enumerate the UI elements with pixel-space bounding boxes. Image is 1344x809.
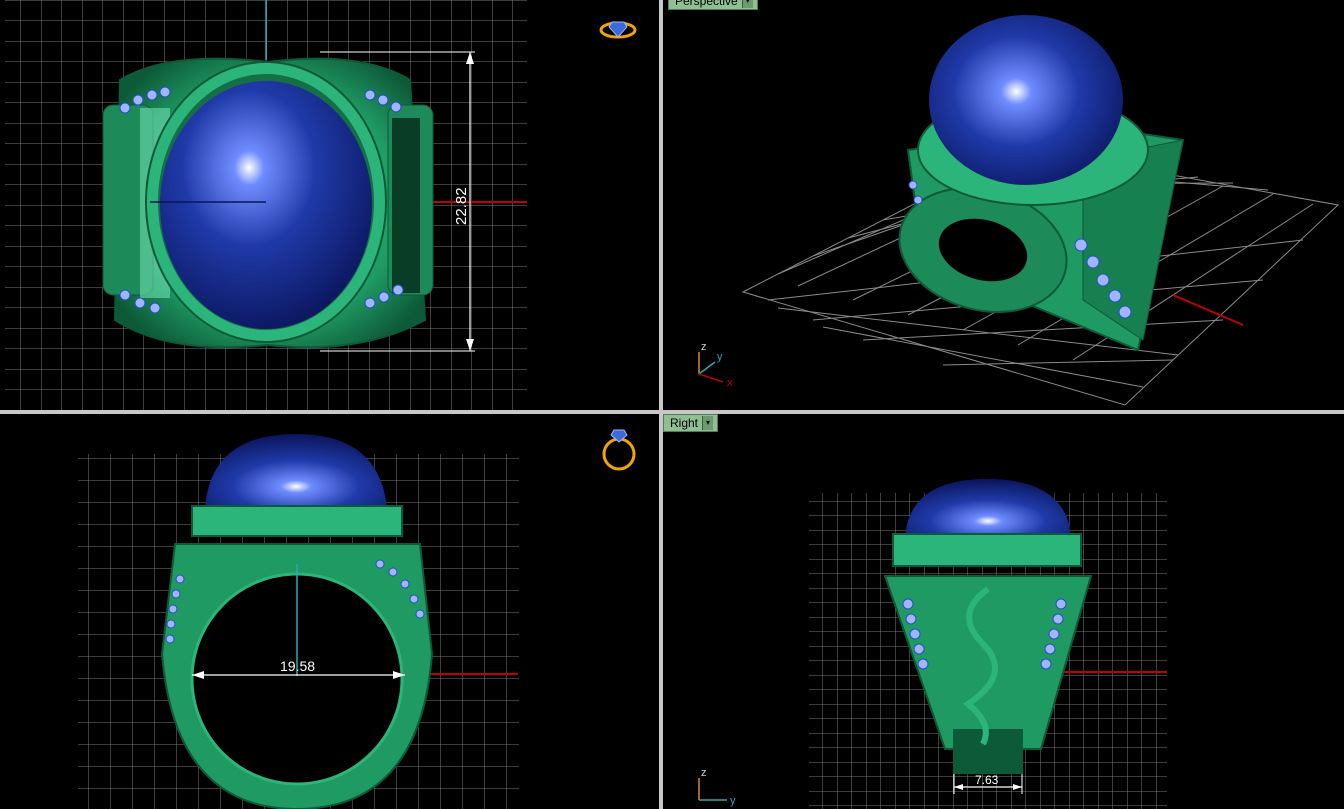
dimension-label-right: 7.63 <box>975 773 999 787</box>
gemstone-perspective[interactable] <box>929 15 1123 185</box>
viewport-perspective[interactable]: Perspective ▾ z y x <box>663 0 1344 410</box>
dimension-label-front: 19.58 <box>280 658 315 674</box>
right-view-canvas: 7.63 z y <box>698 479 1167 809</box>
dropdown-arrow-icon[interactable]: ▾ <box>741 0 753 8</box>
perspective-label: Perspective <box>675 0 738 8</box>
viewport-right[interactable]: Right ▾ 7.63 z y <box>663 414 1344 809</box>
ring-perspective[interactable] <box>885 15 1185 352</box>
ring-gizmo-front-icon[interactable] <box>602 429 636 471</box>
axis-label-z-right: z <box>701 767 707 779</box>
axis-label-y: y <box>717 351 723 363</box>
gemstone-front[interactable] <box>205 434 387 509</box>
axis-label-z: z <box>701 341 707 353</box>
ring-gizmo-top-icon[interactable] <box>599 21 637 39</box>
perspective-canvas: z y x <box>698 15 1340 406</box>
right-label: Right <box>670 416 699 430</box>
ring-top-view[interactable] <box>102 57 434 349</box>
axis-triad-perspective: z y x <box>698 341 733 389</box>
dropdown-arrow-icon[interactable]: ▾ <box>702 416 714 430</box>
gemstone-right[interactable] <box>905 479 1071 539</box>
viewport-front[interactable]: 19.58 <box>0 414 659 809</box>
viewport-top[interactable]: 22.82 <box>0 0 659 410</box>
tab-perspective[interactable]: Perspective ▾ <box>668 0 758 10</box>
axis-triad-right: z y <box>698 767 736 807</box>
axis-label-y-right: y <box>730 795 736 807</box>
top-view-canvas: 22.82 <box>5 0 637 410</box>
axis-label-x: x <box>727 377 733 389</box>
dimension-label-top: 22.82 <box>453 187 470 225</box>
tab-right[interactable]: Right ▾ <box>663 414 719 432</box>
front-view-canvas: 19.58 <box>78 429 636 809</box>
gemstone-top[interactable] <box>160 81 372 329</box>
